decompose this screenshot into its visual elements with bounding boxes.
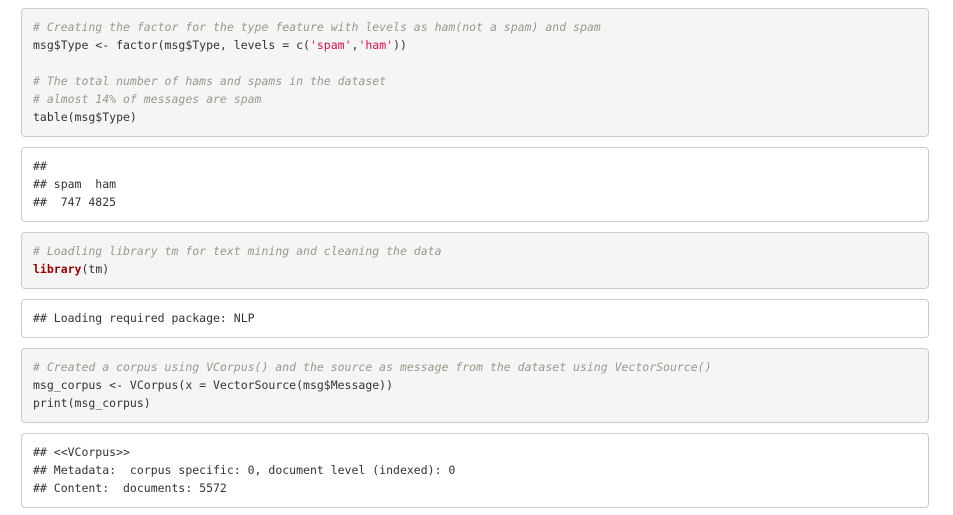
output-line: ## 747 4825: [33, 193, 928, 211]
code-text: print(msg_corpus): [33, 396, 151, 410]
code-line: msg$Type <- factor(msg$Type, levels = c(…: [33, 36, 928, 54]
string-literal: 'ham': [358, 38, 394, 52]
code-line: # Created a corpus using VCorpus() and t…: [33, 358, 928, 376]
code-text: ## <<VCorpus>>: [33, 445, 130, 459]
code-text: msg_corpus <- VCorpus(x = VectorSource(m…: [33, 378, 394, 392]
code-comment: # Created a corpus using VCorpus() and t…: [33, 360, 712, 374]
code-line: msg_corpus <- VCorpus(x = VectorSource(m…: [33, 376, 928, 394]
code-chunk-library[interactable]: # Loadling library tm for text mining an…: [21, 232, 929, 289]
code-text: ## Loading required package: NLP: [33, 311, 255, 325]
output-line: ## <<VCorpus>>: [33, 443, 928, 461]
code-text: ## Metadata: corpus specific: 0, documen…: [33, 463, 456, 477]
code-line: # The total number of hams and spams in …: [33, 72, 928, 90]
output-chunk-table[interactable]: ## ## spam ham ## 747 4825: [21, 147, 929, 222]
code-chunk-corpus[interactable]: # Created a corpus using VCorpus() and t…: [21, 348, 929, 423]
code-text: ## Content: documents: 5572: [33, 481, 227, 495]
output-line: ##: [33, 157, 928, 175]
code-line: library(tm): [33, 260, 928, 278]
code-line: print(msg_corpus): [33, 394, 928, 412]
code-line: # almost 14% of messages are spam: [33, 90, 928, 108]
string-literal: 'spam': [309, 38, 352, 52]
output-chunk-loading[interactable]: ## Loading required package: NLP: [21, 299, 929, 338]
code-text: ## 747 4825: [33, 195, 117, 209]
code-comment: # Loadling library tm for text mining an…: [33, 244, 442, 258]
code-line: table(msg$Type): [33, 108, 928, 126]
code-comment: # Creating the factor for the type featu…: [33, 20, 601, 34]
code-text: table(msg$Type): [33, 110, 137, 124]
code-comment: # almost 14% of messages are spam: [33, 92, 262, 106]
code-chunk-factor[interactable]: # Creating the factor for the type featu…: [21, 8, 929, 137]
output-line: ## Metadata: corpus specific: 0, documen…: [33, 461, 928, 479]
output-chunk-corpus[interactable]: ## <<VCorpus>> ## Metadata: corpus specif…: [21, 433, 929, 508]
code-text: ## spam ham: [33, 177, 117, 191]
output-line: ## spam ham: [33, 175, 928, 193]
output-line: ## Content: documents: 5572: [33, 479, 928, 497]
code-line: # Loadling library tm for text mining an…: [33, 242, 928, 260]
code-text: ##: [33, 159, 47, 173]
code-comment: # The total number of hams and spams in …: [33, 74, 387, 88]
keyword: library: [33, 262, 82, 276]
code-text: msg$Type <- factor(msg$Type, levels = c(: [33, 38, 310, 52]
code-text: (tm): [81, 262, 110, 276]
output-line: ## Loading required package: NLP: [33, 309, 928, 327]
code-line: # Creating the factor for the type featu…: [33, 18, 928, 36]
code-text: )): [393, 38, 407, 52]
